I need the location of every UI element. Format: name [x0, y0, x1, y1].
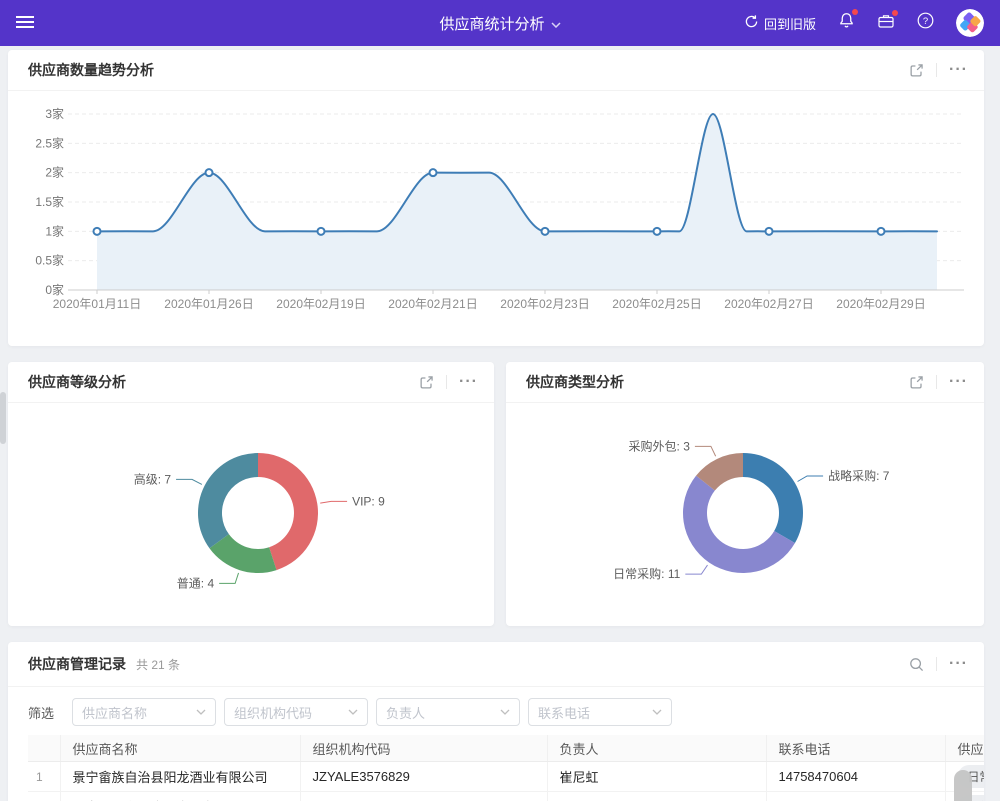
- chevron-down-icon: [196, 709, 206, 715]
- records-card-title: 供应商管理记录: [28, 654, 126, 674]
- select-placeholder: 联系电话: [538, 703, 652, 722]
- select-placeholder: 组织机构代码: [234, 703, 348, 722]
- topbar: 供应商统计分析 回到旧版: [0, 0, 1000, 46]
- filter-row: 筛选 供应商名称 组织机构代码 负责人 联系电话: [8, 687, 984, 735]
- type-card: 供应商类型分析 ··· 战略采购: 7 日常采购: 11 采购外包: 3: [506, 362, 984, 626]
- col-index: [28, 735, 60, 762]
- level-donut-chart-svg: VIP: 9 普通: 4 高级: 7: [8, 402, 494, 626]
- filter-select-person[interactable]: 负责人: [376, 698, 520, 726]
- svg-text:0家: 0家: [45, 282, 64, 297]
- page-title: 供应商统计分析: [439, 13, 544, 34]
- cell-index: 1: [28, 762, 60, 792]
- svg-text:普通: 4: 普通: 4: [177, 576, 215, 590]
- records-count: 共 21 条: [136, 656, 180, 673]
- divider: [936, 657, 937, 671]
- svg-text:1家: 1家: [45, 223, 64, 238]
- cell-phone: 14758470604: [766, 792, 945, 801]
- filter-select-supplier-name[interactable]: 供应商名称: [72, 698, 216, 726]
- svg-text:VIP: 9: VIP: 9: [352, 494, 385, 508]
- col-phone: 联系电话: [766, 735, 945, 762]
- briefcase-icon: [877, 13, 895, 34]
- records-card: 供应商管理记录 共 21 条 ··· 筛选 供应商名称 组织机构代码 负责人: [8, 642, 984, 801]
- svg-text:2020年02月25日: 2020年02月25日: [612, 297, 701, 311]
- divider: [936, 375, 937, 389]
- table-row[interactable]: 2 景宁颐川和顺农业发展有限公司 JZYALE3576829 邵霞 147584…: [28, 792, 984, 801]
- open-in-new-icon[interactable]: [909, 375, 924, 390]
- svg-text:2020年02月27日: 2020年02月27日: [724, 297, 813, 311]
- trend-card: 供应商数量趋势分析 ··· 0家 0.5家 1家 1.5家 2家 2.5家 3家 2020年0…: [8, 50, 984, 346]
- svg-text:2020年02月29日: 2020年02月29日: [836, 297, 925, 311]
- table-row[interactable]: 1 景宁畲族自治县阳龙酒业有限公司 JZYALE3576829 崔尼虹 1475…: [28, 762, 984, 792]
- filter-select-org-code[interactable]: 组织机构代码: [224, 698, 368, 726]
- svg-text:日常采购: 11: 日常采购: 11: [613, 566, 680, 581]
- svg-text:采购外包: 3: 采购外包: 3: [629, 438, 691, 453]
- col-person: 负责人: [547, 735, 766, 762]
- open-in-new-icon[interactable]: [909, 63, 924, 78]
- col-supplier-type: 供应商类型: [945, 735, 984, 762]
- svg-text:高级: 7: 高级: 7: [134, 471, 172, 486]
- supplier-dashboard: 供应商统计分析 回到旧版: [0, 0, 1000, 801]
- more-icon[interactable]: ···: [949, 656, 968, 672]
- cell-person: 邵霞: [547, 792, 766, 801]
- col-supplier-name: 供应商名称: [60, 735, 300, 762]
- filter-select-phone[interactable]: 联系电话: [528, 698, 672, 726]
- filter-label: 筛选: [28, 703, 54, 722]
- records-table: 供应商名称 组织机构代码 负责人 联系电话 供应商类型 1 景宁畲族自治县阳龙酒…: [28, 735, 984, 801]
- trend-chart[interactable]: 0家 0.5家 1家 1.5家 2家 2.5家 3家 2020年01月11日 2020年01月2…: [8, 90, 984, 346]
- workspace-badge: [892, 10, 898, 16]
- svg-text:2020年01月26日: 2020年01月26日: [164, 297, 253, 311]
- trend-card-title: 供应商数量趋势分析: [28, 60, 154, 80]
- level-card-title: 供应商等级分析: [28, 372, 126, 392]
- svg-text:2.5家: 2.5家: [35, 135, 64, 150]
- cell-org-code: JZYALE3576829: [300, 792, 547, 801]
- trend-line-chart-svg: 0家 0.5家 1家 1.5家 2家 2.5家 3家 2020年01月11日 2020年01月2…: [8, 90, 984, 346]
- svg-text:2020年01月11日: 2020年01月11日: [53, 297, 142, 311]
- table-header-row: 供应商名称 组织机构代码 负责人 联系电话 供应商类型: [28, 735, 984, 762]
- left-scrollbar-thumb[interactable]: [0, 392, 6, 444]
- level-chart[interactable]: VIP: 9 普通: 4 高级: 7: [8, 402, 494, 626]
- svg-text:1.5家: 1.5家: [35, 194, 64, 209]
- notification-badge: [852, 9, 858, 15]
- bell-icon: [838, 12, 855, 34]
- workspace-button[interactable]: [877, 13, 895, 34]
- select-placeholder: 供应商名称: [82, 703, 196, 722]
- notifications-button[interactable]: [838, 12, 855, 34]
- svg-text:2020年02月23日: 2020年02月23日: [500, 297, 589, 311]
- type-chart[interactable]: 战略采购: 7 日常采购: 11 采购外包: 3: [506, 402, 984, 626]
- cell-supplier-name: 景宁颐川和顺农业发展有限公司: [60, 792, 300, 801]
- col-org-code: 组织机构代码: [300, 735, 547, 762]
- open-in-new-icon[interactable]: [419, 375, 434, 390]
- table-scrollbar-thumb[interactable]: [954, 770, 972, 801]
- svg-text:2020年02月21日: 2020年02月21日: [388, 297, 477, 311]
- more-icon[interactable]: ···: [949, 374, 968, 390]
- svg-text:2020年02月19日: 2020年02月19日: [276, 297, 365, 311]
- cell-person: 崔尼虹: [547, 762, 766, 792]
- svg-text:2家: 2家: [45, 165, 64, 180]
- cell-supplier-name: 景宁畲族自治县阳龙酒业有限公司: [60, 762, 300, 792]
- type-donut-chart-svg: 战略采购: 7 日常采购: 11 采购外包: 3: [506, 402, 984, 626]
- cell-org-code: JZYALE3576829: [300, 762, 547, 792]
- svg-text:3家: 3家: [45, 106, 64, 121]
- chevron-down-icon: [652, 709, 662, 715]
- cell-phone: 14758470604: [766, 762, 945, 792]
- divider: [446, 375, 447, 389]
- type-card-title: 供应商类型分析: [526, 372, 624, 392]
- divider: [936, 63, 937, 77]
- chevron-down-icon: [348, 709, 358, 715]
- svg-text:战略采购: 7: 战略采购: 7: [828, 468, 890, 483]
- more-icon[interactable]: ···: [949, 62, 968, 78]
- chevron-down-icon: [551, 15, 561, 32]
- more-icon[interactable]: ···: [459, 374, 478, 390]
- svg-text:0.5家: 0.5家: [35, 253, 64, 268]
- level-card: 供应商等级分析 ··· VIP: 9 普通: 4 高级: 7: [8, 362, 494, 626]
- cell-index: 2: [28, 792, 60, 801]
- chevron-down-icon: [500, 709, 510, 715]
- select-placeholder: 负责人: [386, 703, 500, 722]
- search-icon[interactable]: [909, 657, 924, 672]
